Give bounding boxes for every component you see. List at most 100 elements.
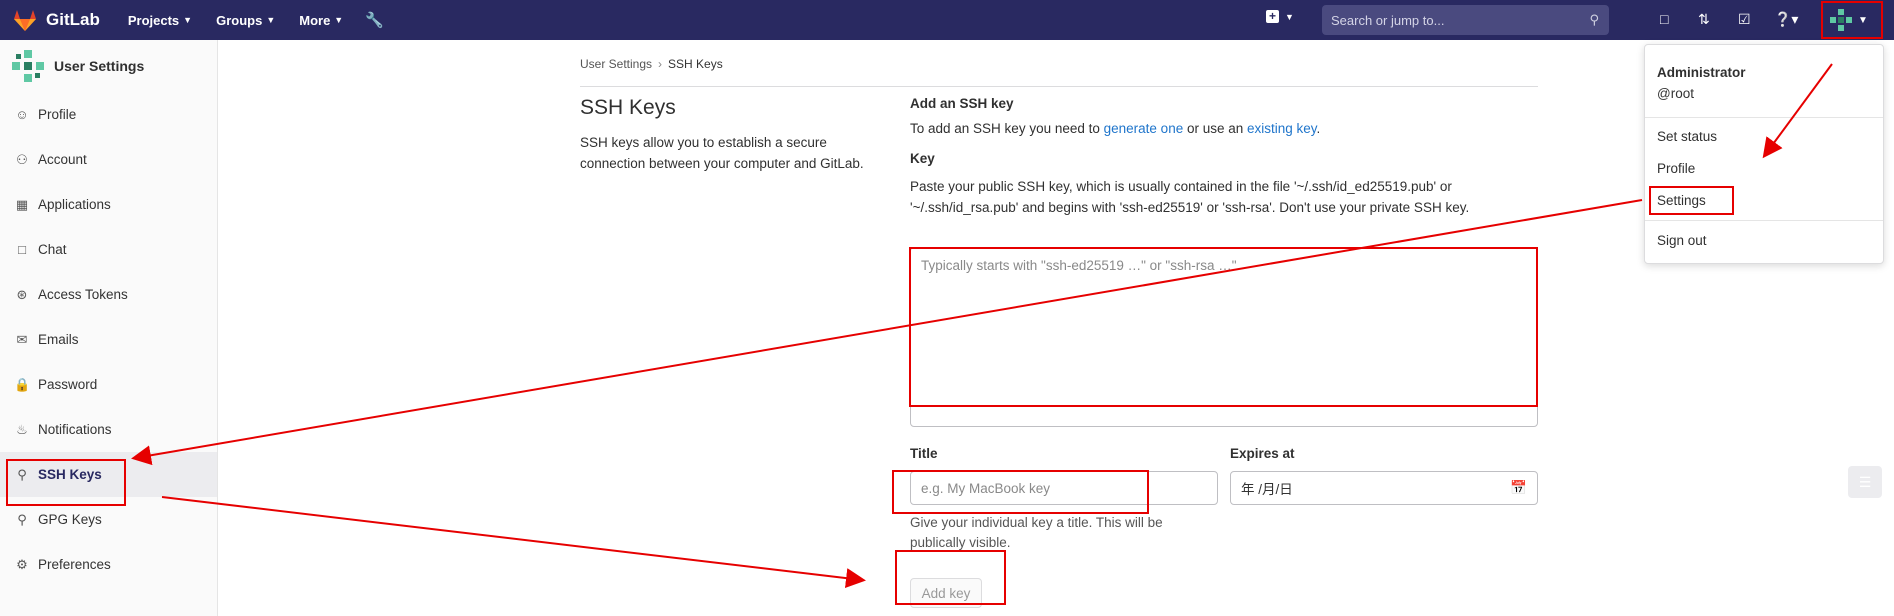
account-icon: ⚇ [16, 151, 28, 167]
sidebar-item-access-tokens[interactable]: ⊛ Access Tokens [0, 272, 217, 317]
admin-wrench-icon[interactable]: 🔧 [365, 11, 384, 29]
sidebar-item-label: Password [38, 377, 98, 392]
sidebar-title: User Settings [54, 58, 145, 74]
nav-more[interactable]: More ▼ [299, 13, 343, 28]
nav-projects[interactable]: Projects ▼ [128, 13, 192, 28]
arrow-to-add-key [161, 496, 866, 589]
nav-more-label: More [299, 12, 331, 28]
dropdown-user-name: Administrator [1657, 65, 1746, 80]
divider [1645, 117, 1883, 118]
plus-icon: + [1266, 10, 1279, 23]
chevron-down-icon: ▼ [1285, 11, 1294, 22]
feedback-icon[interactable]: ☰ [1848, 466, 1882, 498]
divider [580, 86, 1538, 87]
key-icon: ⚲ [17, 466, 27, 482]
expires-field-group: Expires at 年 /月/日 📅 [1230, 446, 1538, 505]
search-input[interactable]: Search or jump to... ⚲ [1322, 5, 1609, 35]
profile-icon: ☺ [15, 107, 29, 122]
page-description: SSH keys allow you to establish a secure… [580, 135, 864, 171]
form-intro: To add an SSH key you need to generate o… [910, 121, 1538, 136]
menu-item-profile[interactable]: Profile [1657, 161, 1695, 176]
title-input[interactable]: e.g. My MacBook key [910, 471, 1218, 505]
sidebar-item-password[interactable]: 🔒 Password [0, 362, 217, 407]
help-icon[interactable]: ❔▾ [1774, 11, 1798, 28]
sidebar-item-chat[interactable]: □ Chat [0, 227, 217, 272]
page-title: SSH Keys [580, 96, 676, 119]
top-navbar: GitLab Projects ▼ Groups ▼ More ▼ 🔧 + ▼ Sear… [0, 0, 1894, 40]
key-textarea[interactable]: Typically starts with "ssh-ed25519 …" or… [910, 247, 1538, 427]
sidebar-item-preferences[interactable]: ⚙ Preferences [0, 542, 217, 587]
sidebar-header[interactable]: User Settings [0, 40, 217, 92]
sidebar-item-gpg-keys[interactable]: ⚲ GPG Keys [0, 497, 217, 542]
sidebar-item-label: Applications [38, 197, 111, 212]
expires-date-input[interactable]: 年 /月/日 📅 [1230, 471, 1538, 505]
intro-text: . [1316, 121, 1321, 136]
breadcrumb-parent[interactable]: User Settings [580, 57, 652, 71]
sidebar-item-label: Chat [38, 242, 67, 257]
avatar [12, 50, 44, 82]
todos-icon[interactable]: ☑ [1738, 11, 1751, 28]
chat-icon: □ [18, 242, 26, 257]
title-label: Title [910, 446, 938, 461]
dropdown-username: @root [1657, 86, 1694, 101]
chevron-down-icon: ▼ [266, 15, 276, 25]
user-avatar-button[interactable]: ▼ [1822, 2, 1882, 38]
settings-sidebar: User Settings ☺ Profile ⚇ Account ▦ Applica… [0, 40, 218, 616]
sidebar-item-label: Preferences [38, 557, 111, 572]
key-help-text: Paste your public SSH key, which is usua… [910, 179, 1470, 215]
token-icon: ⊛ [16, 286, 28, 302]
search-icon: ⚲ [1589, 12, 1599, 27]
preferences-icon: ⚙ [16, 556, 28, 572]
page-intro: SSH Keys SSH keys allow you to establish… [580, 96, 880, 174]
sidebar-item-label: GPG Keys [38, 512, 102, 527]
menu-item-settings[interactable]: Settings [1657, 193, 1706, 208]
sidebar-item-profile[interactable]: ☺ Profile [0, 92, 217, 137]
chevron-down-icon: ▼ [334, 15, 344, 25]
nav-groups-label: Groups [216, 12, 263, 28]
sidebar-item-label: Notifications [38, 422, 112, 437]
breadcrumb-current[interactable]: SSH Keys [668, 57, 723, 71]
breadcrumb: User Settings › SSH Keys [580, 57, 723, 71]
title-help-text: Give your individual key a title. This w… [910, 515, 1163, 550]
intro-text: or use an [1183, 121, 1248, 136]
merge-requests-icon[interactable]: ⇅ [1698, 11, 1710, 28]
calendar-icon[interactable]: 📅 [1510, 480, 1527, 496]
menu-item-set-status[interactable]: Set status [1657, 129, 1717, 144]
add-ssh-key-form: Add an SSH key To add an SSH key you nee… [910, 96, 1538, 608]
chevron-down-icon: ▼ [183, 15, 193, 25]
sidebar-item-label: Profile [38, 107, 77, 122]
mail-icon: ✉ [16, 331, 28, 347]
new-dropdown-button[interactable]: + ▼ [1266, 10, 1294, 23]
intro-text: To add an SSH key you need to [910, 121, 1104, 136]
sidebar-item-applications[interactable]: ▦ Applications [0, 182, 217, 227]
sidebar-item-notifications[interactable]: ♨ Notifications [0, 407, 217, 452]
gitlab-logo[interactable]: GitLab [12, 7, 100, 33]
nav-groups[interactable]: Groups ▼ [216, 13, 275, 28]
issues-icon[interactable]: □ [1660, 11, 1668, 27]
expires-value: 年 /月/日 [1241, 482, 1293, 497]
search-placeholder: Search or jump to... [1331, 12, 1445, 28]
key-label: Key [910, 151, 935, 166]
existing-key-link[interactable]: existing key [1247, 121, 1317, 136]
sidebar-item-ssh-keys[interactable]: ⚲ SSH Keys [0, 452, 217, 497]
sidebar-item-label: Emails [38, 332, 79, 347]
key-placeholder: Typically starts with "ssh-ed25519 …" or… [921, 258, 1237, 273]
sidebar-item-label: Access Tokens [38, 287, 128, 302]
sidebar-item-label: SSH Keys [38, 467, 102, 482]
sidebar-item-label: Account [38, 152, 87, 167]
nav-projects-label: Projects [127, 12, 180, 28]
add-key-button[interactable]: Add key [910, 578, 982, 608]
title-field-group: Title e.g. My MacBook key Give your indi… [910, 446, 1218, 553]
chevron-down-icon: ▼ [1858, 14, 1868, 26]
brand-name: GitLab [46, 10, 100, 29]
user-dropdown-menu: Administrator @root Set status Profile S… [1644, 44, 1884, 264]
expires-label: Expires at [1230, 446, 1295, 461]
generate-one-link[interactable]: generate one [1104, 121, 1184, 136]
sidebar-item-emails[interactable]: ✉ Emails [0, 317, 217, 362]
title-placeholder: e.g. My MacBook key [921, 480, 1051, 496]
key-icon: ⚲ [17, 511, 27, 527]
sidebar-item-account[interactable]: ⚇ Account [0, 137, 217, 182]
menu-item-sign-out[interactable]: Sign out [1657, 233, 1707, 248]
avatar [1830, 9, 1852, 31]
bell-icon: ♨ [16, 421, 28, 437]
